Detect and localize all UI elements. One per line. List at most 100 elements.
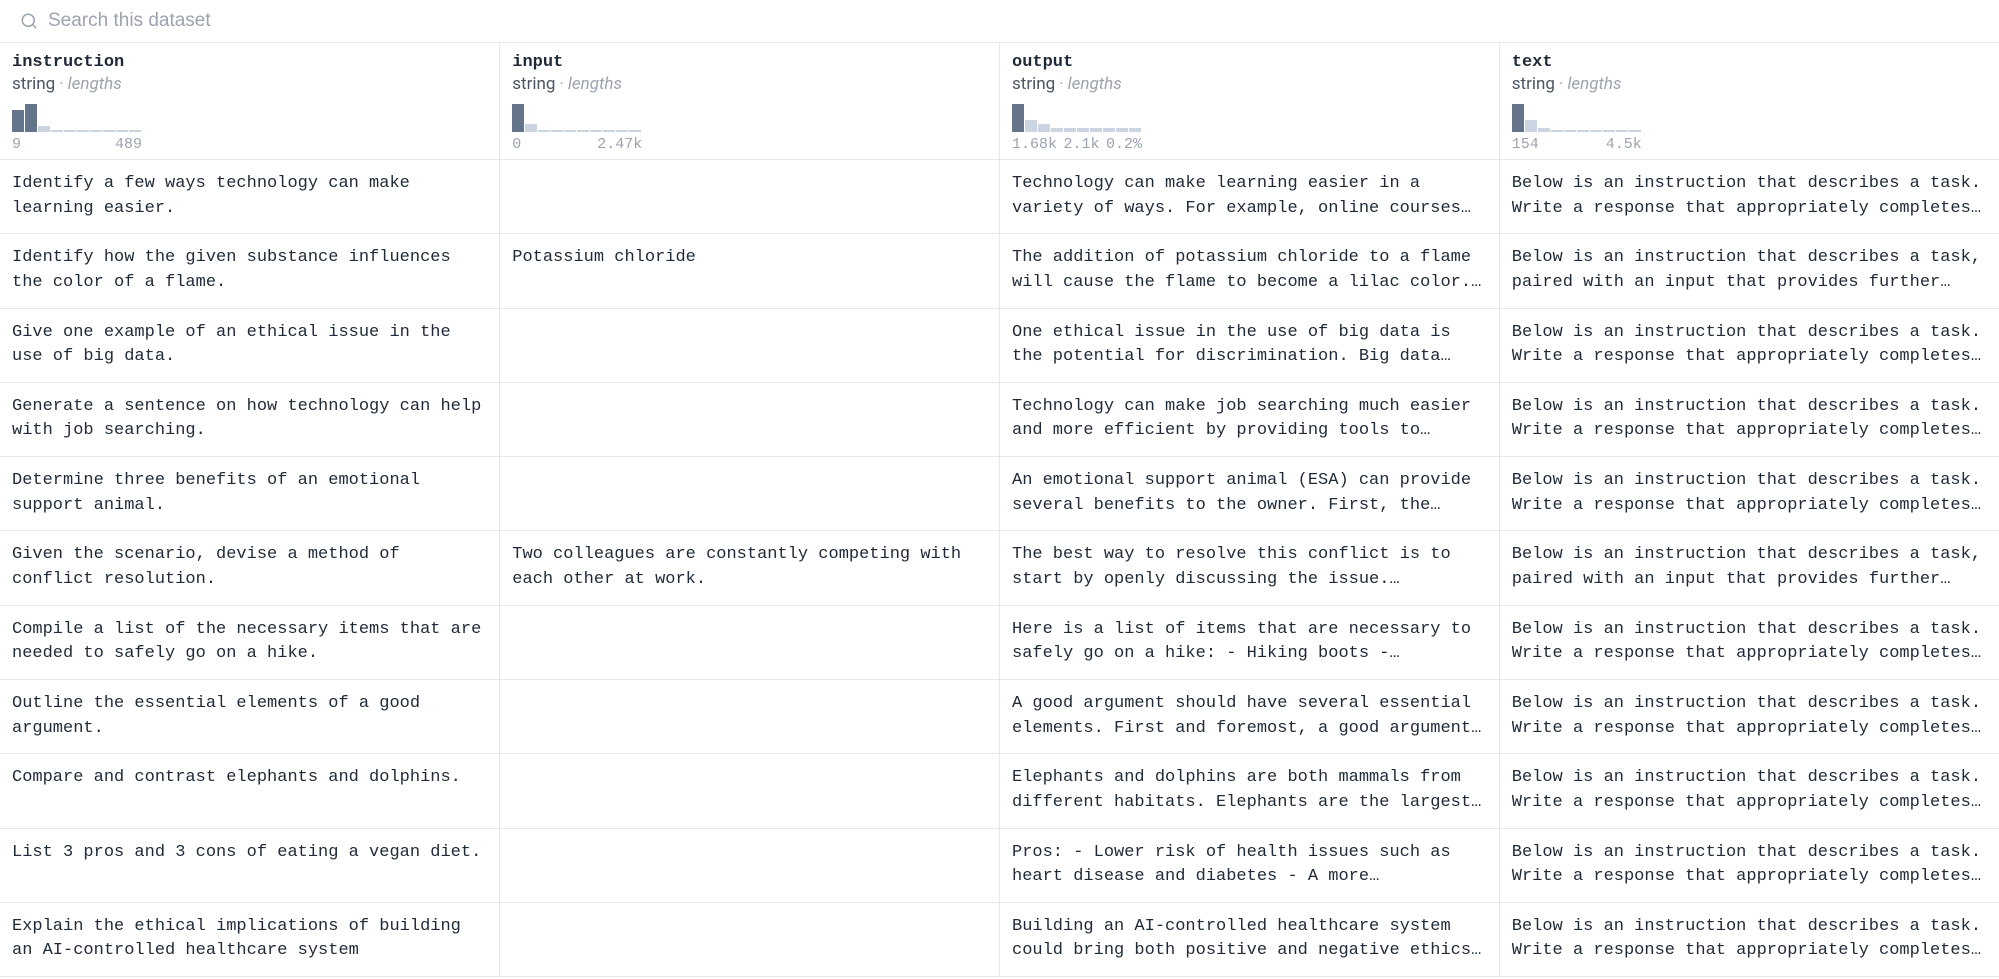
column-header-input[interactable]: input string·lengths 02.47k [500, 43, 1000, 160]
cell-output[interactable]: A good argument should have several esse… [1000, 679, 1500, 753]
cell-instruction[interactable]: Give one example of an ethical issue in … [0, 308, 500, 382]
search-input[interactable] [48, 10, 1979, 32]
column-name: text [1512, 53, 1987, 72]
table-row[interactable]: Compile a list of the necessary items th… [0, 605, 1999, 679]
cell-text: Below is an instruction that describes a… [1512, 395, 1987, 444]
cell-output[interactable]: Technology can make learning easier in a… [1000, 160, 1500, 234]
cell-text[interactable]: Below is an instruction that describes a… [1499, 605, 1999, 679]
cell-input[interactable] [500, 160, 1000, 234]
table-row[interactable]: List 3 pros and 3 cons of eating a vegan… [0, 828, 1999, 902]
cell-input[interactable] [500, 308, 1000, 382]
column-meta: string·lengths [1012, 74, 1487, 94]
cell-input[interactable]: Two colleagues are constantly competing … [500, 531, 1000, 605]
column-meta: string·lengths [1512, 74, 1987, 94]
cell-text: Given the scenario, devise a method of c… [12, 543, 487, 592]
cell-text: Potassium chloride [512, 246, 987, 271]
cell-text[interactable]: Below is an instruction that describes a… [1499, 160, 1999, 234]
cell-text: Generate a sentence on how technology ca… [12, 395, 487, 444]
cell-instruction[interactable]: Compare and contrast elephants and dolph… [0, 754, 500, 828]
cell-text: A good argument should have several esse… [1012, 692, 1487, 741]
cell-text: Below is an instruction that describes a… [1512, 543, 1987, 592]
cell-output[interactable]: One ethical issue in the use of big data… [1000, 308, 1500, 382]
cell-instruction[interactable]: Outline the essential elements of a good… [0, 679, 500, 753]
column-histogram: 9489 [12, 102, 487, 153]
cell-text[interactable]: Below is an instruction that describes a… [1499, 234, 1999, 308]
cell-text[interactable]: Below is an instruction that describes a… [1499, 902, 1999, 976]
cell-text: Below is an instruction that describes a… [1512, 172, 1987, 221]
cell-text: Below is an instruction that describes a… [1512, 618, 1987, 667]
table-row[interactable]: Generate a sentence on how technology ca… [0, 382, 1999, 456]
cell-text[interactable]: Below is an instruction that describes a… [1499, 382, 1999, 456]
cell-text: The addition of potassium chloride to a … [1012, 246, 1487, 295]
cell-text[interactable]: Below is an instruction that describes a… [1499, 679, 1999, 753]
cell-instruction[interactable]: Identify how the given substance influen… [0, 234, 500, 308]
cell-text: Below is an instruction that describes a… [1512, 469, 1987, 518]
cell-text[interactable]: Below is an instruction that describes a… [1499, 457, 1999, 531]
cell-output[interactable]: An emotional support animal (ESA) can pr… [1000, 457, 1500, 531]
search-icon [20, 12, 38, 30]
cell-text: One ethical issue in the use of big data… [1012, 321, 1487, 370]
column-header-output[interactable]: output string·lengths 1.68k2.1k0.2% [1000, 43, 1500, 160]
cell-instruction[interactable]: Compile a list of the necessary items th… [0, 605, 500, 679]
cell-input[interactable] [500, 679, 1000, 753]
cell-text[interactable]: Below is an instruction that describes a… [1499, 531, 1999, 605]
table-row[interactable]: Determine three benefits of an emotional… [0, 457, 1999, 531]
cell-input[interactable] [500, 382, 1000, 456]
cell-text: Elephants and dolphins are both mammals … [1012, 766, 1487, 815]
cell-text: Here is a list of items that are necessa… [1012, 618, 1487, 667]
cell-input[interactable] [500, 754, 1000, 828]
column-name: input [512, 53, 987, 72]
cell-text: Two colleagues are constantly competing … [512, 543, 987, 592]
cell-instruction[interactable]: Identify a few ways technology can make … [0, 160, 500, 234]
cell-text[interactable]: Below is an instruction that describes a… [1499, 754, 1999, 828]
column-histogram: 1.68k2.1k0.2% [1012, 102, 1487, 153]
cell-output[interactable]: The best way to resolve this conflict is… [1000, 531, 1500, 605]
cell-text: Below is an instruction that describes a… [1512, 246, 1987, 295]
cell-instruction[interactable]: Determine three benefits of an emotional… [0, 457, 500, 531]
cell-input[interactable] [500, 457, 1000, 531]
column-name: output [1012, 53, 1487, 72]
cell-instruction[interactable]: Generate a sentence on how technology ca… [0, 382, 500, 456]
cell-instruction[interactable]: Given the scenario, devise a method of c… [0, 531, 500, 605]
cell-text: Determine three benefits of an emotional… [12, 469, 487, 518]
cell-text[interactable]: Below is an instruction that describes a… [1499, 828, 1999, 902]
table-row[interactable]: Give one example of an ethical issue in … [0, 308, 1999, 382]
cell-text[interactable]: Below is an instruction that describes a… [1499, 308, 1999, 382]
cell-input[interactable]: Potassium chloride [500, 234, 1000, 308]
cell-text: Building an AI-controlled healthcare sys… [1012, 915, 1487, 964]
table-row[interactable]: Explain the ethical implications of buil… [0, 902, 1999, 976]
cell-instruction[interactable]: Explain the ethical implications of buil… [0, 902, 500, 976]
cell-output[interactable]: Building an AI-controlled healthcare sys… [1000, 902, 1500, 976]
cell-output[interactable]: Pros: - Lower risk of health issues such… [1000, 828, 1500, 902]
column-meta: string·lengths [12, 74, 487, 94]
column-header-instruction[interactable]: instructionstring·lengths9489 [0, 43, 500, 160]
cell-text: Compare and contrast elephants and dolph… [12, 766, 487, 791]
column-histogram: 02.47k [512, 102, 987, 153]
cell-instruction[interactable]: List 3 pros and 3 cons of eating a vegan… [0, 828, 500, 902]
column-header-text[interactable]: text string·lengths 1544.5k [1499, 43, 1999, 160]
cell-text: Identify a few ways technology can make … [12, 172, 487, 221]
dataset-table: instructionstring·lengths9489inputstring… [0, 43, 1999, 977]
cell-text: Below is an instruction that describes a… [1512, 766, 1987, 815]
table-row[interactable]: Given the scenario, devise a method of c… [0, 531, 1999, 605]
cell-text: The best way to resolve this conflict is… [1012, 543, 1487, 592]
cell-input[interactable] [500, 605, 1000, 679]
cell-text: Below is an instruction that describes a… [1512, 692, 1987, 741]
table-row[interactable]: Outline the essential elements of a good… [0, 679, 1999, 753]
cell-output[interactable]: Technology can make job searching much e… [1000, 382, 1500, 456]
cell-output[interactable]: Here is a list of items that are necessa… [1000, 605, 1500, 679]
cell-text: Below is an instruction that describes a… [1512, 841, 1987, 890]
cell-text: Below is an instruction that describes a… [1512, 915, 1987, 964]
table-row[interactable]: Compare and contrast elephants and dolph… [0, 754, 1999, 828]
table-row[interactable]: Identify a few ways technology can make … [0, 160, 1999, 234]
cell-input[interactable] [500, 902, 1000, 976]
search-bar[interactable] [0, 0, 1999, 43]
cell-output[interactable]: The addition of potassium chloride to a … [1000, 234, 1500, 308]
cell-text: Identify how the given substance influen… [12, 246, 487, 295]
cell-text: Technology can make learning easier in a… [1012, 172, 1487, 221]
cell-output[interactable]: Elephants and dolphins are both mammals … [1000, 754, 1500, 828]
column-meta: string·lengths [512, 74, 987, 94]
cell-input[interactable] [500, 828, 1000, 902]
table-row[interactable]: Identify how the given substance influen… [0, 234, 1999, 308]
column-histogram: 1544.5k [1512, 102, 1987, 153]
